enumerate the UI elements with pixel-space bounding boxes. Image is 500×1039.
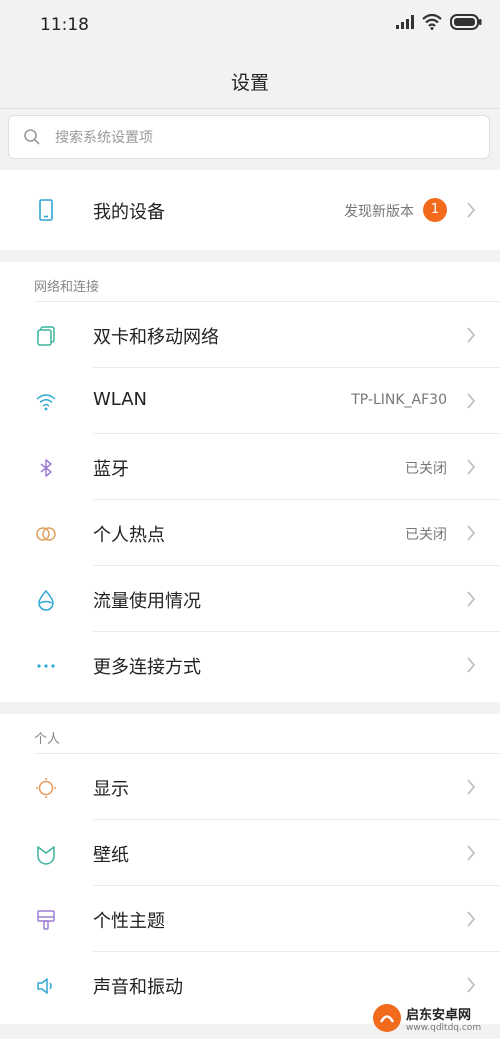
my-device-item[interactable]: 我的设备 发现新版本 1 [0,170,500,250]
chevron-right-icon [467,202,476,218]
status-time: 11:18 [40,15,89,35]
watermark: 启东安卓网 www.qdltdq.com [372,1000,500,1036]
watermark-text: 启东安卓网 www.qdltdq.com [406,1004,481,1033]
display-icon [36,778,56,798]
section-header: 网络和连接 [0,262,500,302]
sim-network-item[interactable]: 双卡和移动网络 [0,302,500,368]
wifi-icon [36,394,56,411]
chevron-right-icon [467,459,476,475]
search-icon [24,129,40,145]
section-header: 个人 [0,714,500,754]
more-icon [37,664,55,668]
status-bar: 11:18 [0,0,500,50]
item-value: TP-LINK_AF30 [351,392,447,408]
hotspot-icon [36,527,56,541]
title-bar: 设置 [0,50,500,109]
update-badge: 1 [423,198,447,222]
new-version-text: 发现新版本 [344,204,414,220]
sim-card-icon [37,326,55,346]
item-label: 更多连接方式 [93,657,201,678]
watermark-logo-icon [373,1004,401,1032]
personal-section: 个人 显示 壁纸 个性主题 声音和振动 [0,714,500,1024]
item-label: WLAN [93,389,148,410]
more-connections-item[interactable]: 更多连接方式 [0,632,500,698]
chevron-right-icon [467,779,476,795]
sound-icon [37,978,52,994]
item-label: 流量使用情况 [93,591,201,612]
item-value: 已关闭 [405,461,447,477]
display-item[interactable]: 显示 [0,754,500,820]
chevron-right-icon [467,327,476,343]
watermark-title: 启东安卓网 [406,1007,472,1023]
battery-icon [450,14,482,30]
status-icons [396,14,482,30]
item-label: 个性主题 [93,911,165,932]
search-input[interactable] [53,124,477,152]
theme-item[interactable]: 个性主题 [0,886,500,952]
wlan-item[interactable]: WLAN TP-LINK_AF30 [0,368,500,434]
chevron-right-icon [467,977,476,993]
search-area [0,109,500,169]
phone-icon [39,199,53,221]
chevron-right-icon [467,845,476,861]
chevron-right-icon [467,525,476,541]
wifi-status-icon [422,14,442,30]
section-title: 个人 [34,732,61,747]
bluetooth-item[interactable]: 蓝牙 已关闭 [0,434,500,500]
bluetooth-icon [40,459,52,477]
item-label: 蓝牙 [93,459,129,480]
device-card: 我的设备 发现新版本 1 [0,170,500,250]
wallpaper-item[interactable]: 壁纸 [0,820,500,886]
item-label: 双卡和移动网络 [93,327,219,348]
item-label: 显示 [93,779,129,800]
search-box[interactable] [8,115,490,159]
watermark-url: www.qdltdq.com [406,1022,482,1033]
my-device-label: 我的设备 [93,202,165,223]
chevron-right-icon [467,911,476,927]
chevron-right-icon [467,657,476,673]
chevron-right-icon [467,393,476,409]
wallpaper-icon [37,846,55,865]
section-title: 网络和连接 [34,280,100,295]
item-label: 壁纸 [93,845,129,866]
item-value: 已关闭 [405,527,447,543]
page-title: 设置 [230,72,269,94]
chevron-right-icon [467,591,476,607]
item-label: 声音和振动 [93,977,183,998]
signal-icon [396,15,414,29]
hotspot-item[interactable]: 个人热点 已关闭 [0,500,500,566]
data-usage-item[interactable]: 流量使用情况 [0,566,500,632]
item-label: 个人热点 [93,525,165,546]
theme-icon [37,910,55,930]
data-usage-icon [38,589,54,611]
network-section: 网络和连接 双卡和移动网络 WLAN TP-LINK_AF30 蓝牙 已关闭 个… [0,262,500,702]
